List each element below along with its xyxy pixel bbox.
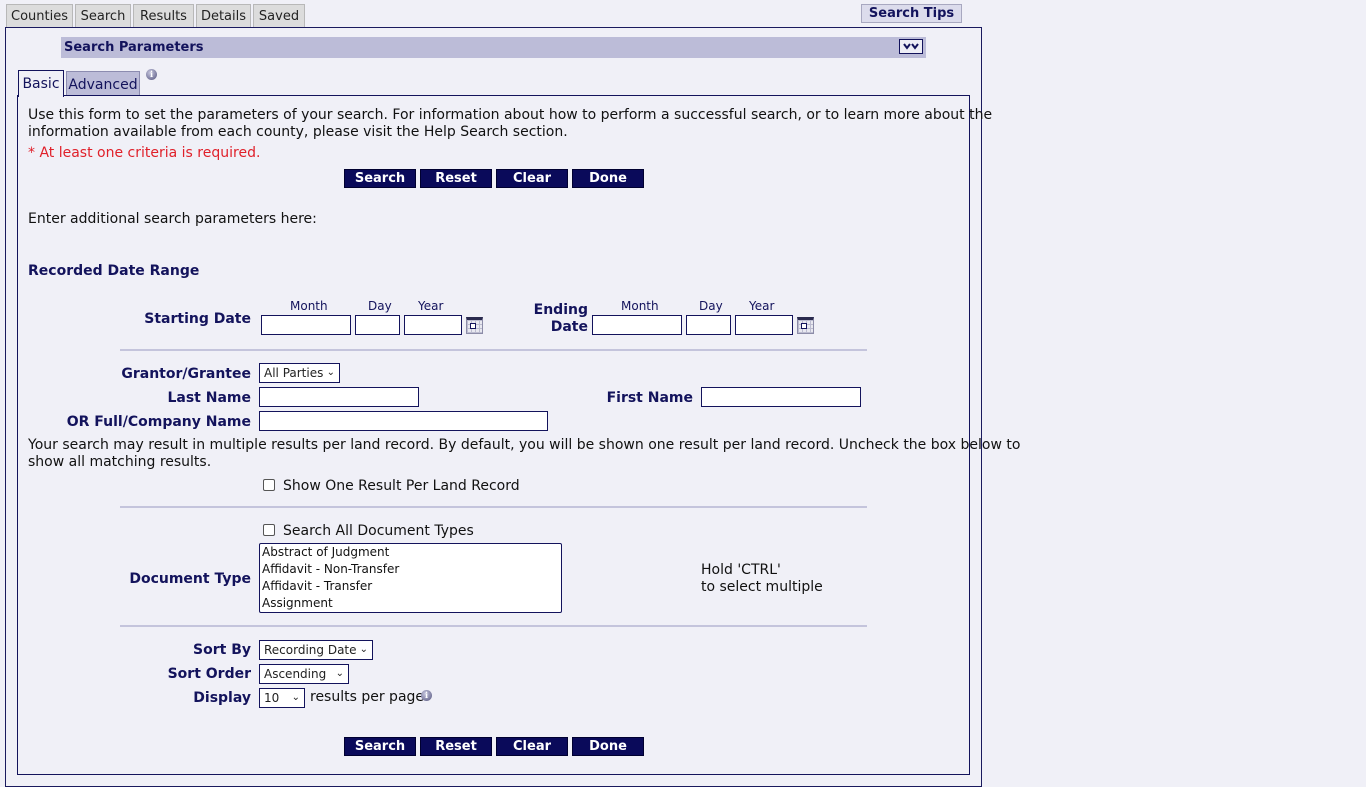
search-button-bottom[interactable]: Search xyxy=(344,737,416,756)
end-day-input[interactable] xyxy=(686,315,731,335)
start-day-input[interactable] xyxy=(355,315,400,335)
sort-by-label: Sort By xyxy=(193,642,251,658)
tab-results[interactable]: Results xyxy=(133,4,194,27)
end-year-input[interactable] xyxy=(735,315,793,335)
first-name-input[interactable] xyxy=(701,387,861,407)
sort-by-select[interactable]: Recording Date ⌄ xyxy=(259,640,373,660)
results-note-line-1: Your search may result in multiple resul… xyxy=(28,437,1021,453)
grantor-grantee-value: All Parties xyxy=(264,366,324,380)
start-month-input[interactable] xyxy=(261,315,351,335)
ending-date-label-2: Date xyxy=(550,319,588,335)
start-calendar-icon[interactable] xyxy=(466,317,483,334)
all-document-types-checkbox[interactable] xyxy=(263,524,275,536)
double-chevron-down-icon xyxy=(903,43,919,50)
collapse-button[interactable] xyxy=(899,39,923,54)
section-title: Search Parameters xyxy=(64,40,204,55)
multi-select-hint-1: Hold 'CTRL' xyxy=(701,562,781,578)
grantor-grantee-label: Grantor/Grantee xyxy=(121,366,251,382)
document-type-option[interactable]: Abstract of Judgment xyxy=(260,544,561,561)
start-month-label: Month xyxy=(290,299,328,313)
clear-button[interactable]: Clear xyxy=(496,169,568,188)
one-result-label: Show One Result Per Land Record xyxy=(283,478,520,494)
additional-params-text: Enter additional search parameters here: xyxy=(28,211,317,227)
display-count-value: 10 xyxy=(264,691,280,705)
search-tips-button[interactable]: Search Tips xyxy=(861,4,962,23)
sort-by-value: Recording Date xyxy=(264,643,357,657)
document-type-option[interactable]: Assignment xyxy=(260,595,561,612)
end-month-input[interactable] xyxy=(592,315,682,335)
document-type-listbox[interactable]: Abstract of Judgment Affidavit - Non-Tra… xyxy=(259,543,562,613)
tab-saved[interactable]: Saved xyxy=(253,4,305,27)
reset-button[interactable]: Reset xyxy=(420,169,492,188)
date-range-heading: Recorded Date Range xyxy=(28,263,200,279)
document-type-label: Document Type xyxy=(129,571,251,587)
document-type-option[interactable]: Affidavit - Transfer xyxy=(260,578,561,595)
divider xyxy=(120,506,867,508)
info-icon[interactable]: i xyxy=(146,69,157,80)
start-year-input[interactable] xyxy=(404,315,462,335)
display-label: Display xyxy=(193,690,251,706)
chevron-down-icon: ⌄ xyxy=(359,644,368,655)
intro-line-1: Use this form to set the parameters of y… xyxy=(28,107,993,123)
sort-order-select[interactable]: Ascending ⌄ xyxy=(259,664,349,684)
search-parameters-header: Search Parameters xyxy=(61,37,926,58)
full-name-input[interactable] xyxy=(259,411,548,431)
end-year-label: Year xyxy=(749,299,775,313)
one-result-checkbox[interactable] xyxy=(263,479,275,491)
sort-order-value: Ascending xyxy=(264,667,327,681)
divider xyxy=(120,349,867,351)
first-name-label: First Name xyxy=(606,390,693,406)
starting-date-label: Starting Date xyxy=(144,311,251,327)
display-info-icon[interactable]: i xyxy=(421,690,432,701)
results-note-line-2: show all matching results. xyxy=(28,454,212,470)
end-calendar-icon[interactable] xyxy=(797,317,814,334)
display-count-select[interactable]: 10 ⌄ xyxy=(259,688,305,708)
intro-line-2: information available from each county, … xyxy=(28,124,568,140)
chevron-down-icon: ⌄ xyxy=(335,668,344,679)
chevron-down-icon: ⌄ xyxy=(291,692,300,703)
reset-button-bottom[interactable]: Reset xyxy=(420,737,492,756)
subtab-advanced[interactable]: Advanced xyxy=(66,71,140,96)
last-name-label: Last Name xyxy=(167,390,251,406)
sort-order-label: Sort Order xyxy=(167,666,251,682)
results-per-page-text: results per page xyxy=(310,689,425,705)
full-name-label: OR Full/Company Name xyxy=(66,414,251,430)
tab-search[interactable]: Search xyxy=(75,4,131,27)
end-day-label: Day xyxy=(699,299,723,313)
last-name-input[interactable] xyxy=(259,387,419,407)
tab-details[interactable]: Details xyxy=(196,4,251,27)
required-note: * At least one criteria is required. xyxy=(28,145,261,161)
start-day-label: Day xyxy=(368,299,392,313)
end-month-label: Month xyxy=(621,299,659,313)
grantor-grantee-select[interactable]: All Parties ⌄ xyxy=(259,363,340,383)
subtab-basic[interactable]: Basic xyxy=(18,70,64,97)
clear-button-bottom[interactable]: Clear xyxy=(496,737,568,756)
tab-counties[interactable]: Counties xyxy=(6,4,73,27)
done-button[interactable]: Done xyxy=(572,169,644,188)
done-button-bottom[interactable]: Done xyxy=(572,737,644,756)
document-type-option[interactable]: Affidavit - Non-Transfer xyxy=(260,561,561,578)
start-year-label: Year xyxy=(418,299,444,313)
search-button[interactable]: Search xyxy=(344,169,416,188)
ending-date-label-1: Ending xyxy=(533,302,588,318)
divider xyxy=(120,625,867,627)
multi-select-hint-2: to select multiple xyxy=(701,579,823,595)
chevron-down-icon: ⌄ xyxy=(326,367,335,378)
all-document-types-label: Search All Document Types xyxy=(283,523,474,539)
